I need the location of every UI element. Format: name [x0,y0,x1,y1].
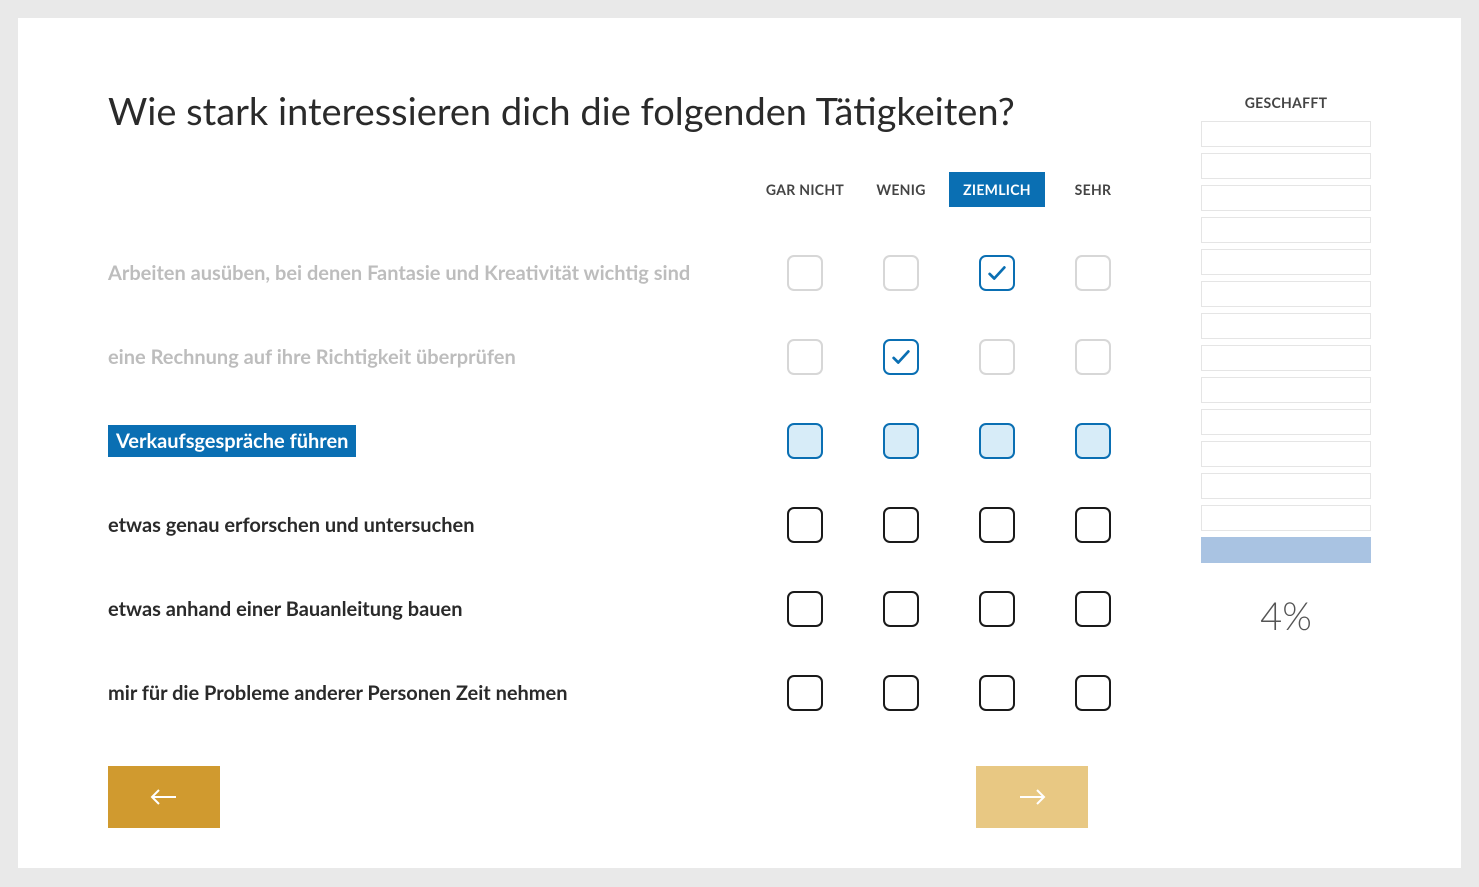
arrow-left-icon [150,788,178,806]
option-checkbox[interactable] [1075,339,1111,375]
option-checkbox[interactable] [787,339,823,375]
option-checkbox[interactable] [979,675,1015,711]
page-title: Wie stark interessieren dich die folgend… [108,88,1141,134]
progress-segment [1201,409,1371,435]
question-text: Arbeiten ausüben, bei denen Fantasie und… [108,261,757,285]
column-header-wenig: WENIG [853,181,949,198]
progress-segment [1201,121,1371,147]
progress-percent: 4% [1201,593,1371,639]
column-header-sehr: SEHR [1045,181,1141,198]
progress-stack [1201,121,1371,563]
progress-segment [1201,473,1371,499]
progress-label: GESCHAFFT [1201,94,1371,111]
option-checkbox[interactable] [883,255,919,291]
option-checkbox[interactable] [883,591,919,627]
option-checkbox[interactable] [787,255,823,291]
option-checkbox[interactable] [883,675,919,711]
option-checkbox[interactable] [1075,507,1111,543]
progress-segment [1201,281,1371,307]
column-header-gar-nicht: GAR NICHT [757,181,853,198]
option-checkbox[interactable] [787,591,823,627]
option-checkbox[interactable] [787,507,823,543]
arrow-right-icon [1018,788,1046,806]
check-icon [890,346,912,368]
check-icon [986,262,1008,284]
progress-segment [1201,377,1371,403]
option-checkbox[interactable] [883,339,919,375]
progress-segment [1201,441,1371,467]
option-checkbox[interactable] [979,339,1015,375]
back-button[interactable] [108,766,220,828]
question-text: mir für die Probleme anderer Personen Ze… [108,681,757,705]
question-text: Verkaufsgespräche führen [108,425,757,457]
progress-segment [1201,345,1371,371]
option-checkbox[interactable] [1075,591,1111,627]
option-checkbox[interactable] [1075,423,1111,459]
option-checkbox[interactable] [787,423,823,459]
progress-segment [1201,505,1371,531]
option-checkbox[interactable] [979,591,1015,627]
question-text: etwas anhand einer Bauanleitung bauen [108,597,757,621]
progress-segment [1201,217,1371,243]
column-header-ziemlich: ZIEMLICH [949,172,1045,207]
progress-segment [1201,249,1371,275]
next-button[interactable] [976,766,1088,828]
option-checkbox[interactable] [883,507,919,543]
question-text: eine Rechnung auf ihre Richtigkeit überp… [108,345,757,369]
option-checkbox[interactable] [979,255,1015,291]
option-checkbox[interactable] [1075,675,1111,711]
option-checkbox[interactable] [979,423,1015,459]
progress-segment [1201,185,1371,211]
option-checkbox[interactable] [787,675,823,711]
progress-segment [1201,537,1371,563]
option-checkbox[interactable] [1075,255,1111,291]
progress-segment [1201,313,1371,339]
option-checkbox[interactable] [883,423,919,459]
question-text: etwas genau erforschen und untersuchen [108,513,757,537]
option-checkbox[interactable] [979,507,1015,543]
progress-segment [1201,153,1371,179]
